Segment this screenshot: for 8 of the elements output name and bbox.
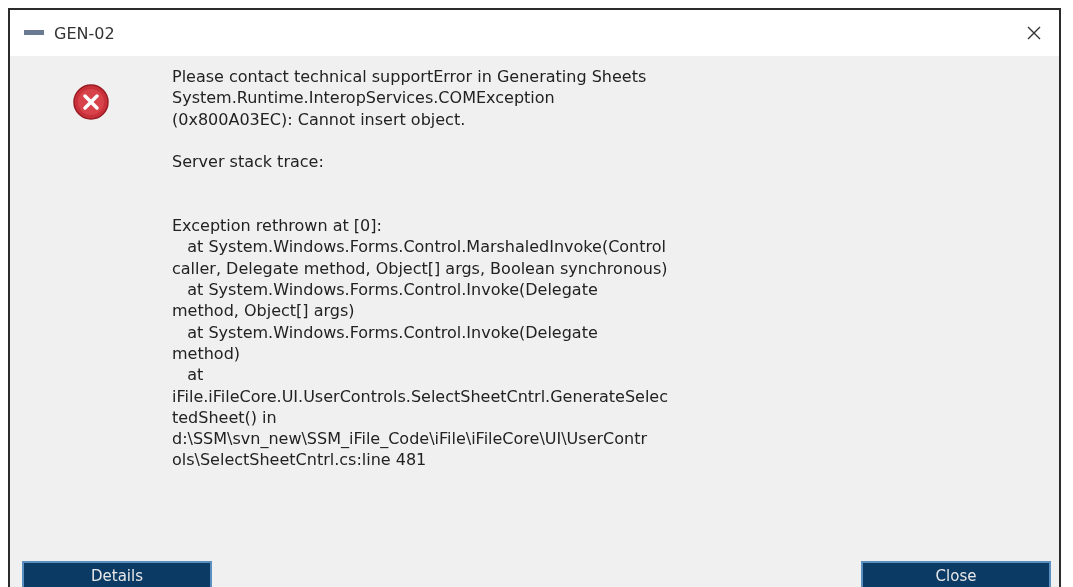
error-icon — [73, 84, 109, 120]
close-button[interactable]: Close — [861, 561, 1051, 587]
window-title: GEN-02 — [54, 23, 116, 43]
message-text: Please contact technical supportError in Generating Sheets System.Runtime.InteropServices.COMException (0x800A03EC): Cannot insert object. — [172, 66, 648, 130]
app-icon — [24, 29, 44, 37]
message-text: Exception rethrown at [0]: at System.Windows.Forms.Control.MarshaledInvoke(Control caller, Delegate method, Object[] args, Boolean synchronous) at System.Windows.Forms.Control.Invoke(Delegate method, Object[] args) at System.Windows.Forms.Control.Invoke(Delegate method) at iFile.iFileCore.UI.UserControls.SelectSheetCntrl.GenerateSelec tedSheet() in d:\SSM\svn_new\SSM_iFile_Code\iFile\iFileCore\UI\UserContr ols\SelectSheetCntrl.cs:line 481 — [172, 215, 668, 471]
message-text: Server stack trace: — [172, 150, 325, 173]
details-button[interactable]: Details — [22, 561, 212, 587]
